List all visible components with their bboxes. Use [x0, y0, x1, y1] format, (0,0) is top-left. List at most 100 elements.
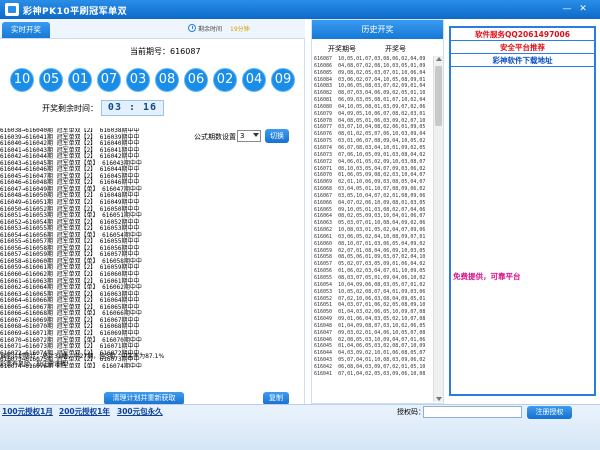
history-period: 616065: [314, 206, 333, 213]
history-numbers: 04,08,05,01,06,03,09,02,07,10: [338, 117, 426, 124]
history-numbers: 08,05,06,01,09,03,07,02,04,10: [338, 254, 426, 261]
history-scrollbar[interactable]: [433, 56, 443, 402]
history-row: 616084 03,06,02,07,04,10,05,08,09,01: [314, 77, 433, 84]
history-row: 616086 04,08,07,02,08,10,03,05,01,09: [314, 63, 433, 70]
history-row: 616079 04,09,05,10,06,07,08,02,03,01: [314, 111, 433, 118]
history-row: 616061 03,06,05,02,04,10,08,09,07,01: [314, 234, 433, 241]
tab-bar: 实时开奖 剩余时间 19分钟: [0, 19, 305, 39]
number-ball: 04: [242, 68, 266, 92]
history-row: 616042 06,08,04,03,09,07,02,01,05,10: [314, 364, 433, 371]
history-row: 616080 04,10,05,08,01,03,09,07,02,06: [314, 104, 433, 111]
history-row: 616060 08,10,07,01,03,06,05,04,09,02: [314, 241, 433, 248]
history-numbers: 03,06,05,02,04,10,08,09,07,01: [338, 233, 426, 240]
history-period: 616074: [314, 144, 333, 151]
history-period: 616041: [314, 370, 333, 377]
history-numbers: 04,10,05,08,01,03,09,07,02,06: [338, 103, 426, 110]
switch-button[interactable]: 切换: [265, 129, 289, 143]
app-logo-icon: [5, 3, 19, 16]
history-numbers: 08,07,03,04,06,09,02,05,01,10: [338, 90, 426, 97]
history-period: 616058: [314, 254, 333, 261]
number-ball: 09: [271, 68, 295, 92]
history-row: 616052 07,02,10,06,03,08,04,09,05,01: [314, 296, 433, 303]
history-numbers: 01,06,05,09,08,02,03,10,04,07: [338, 172, 426, 179]
history-period: 616060: [314, 240, 333, 247]
history-row: 616067 03,05,10,04,07,02,01,08,09,06: [314, 193, 433, 200]
history-period: 616070: [314, 172, 333, 179]
history-numbers: 03,05,10,04,07,02,01,08,09,06: [338, 192, 426, 199]
history-numbers: 06,08,04,03,09,07,02,01,05,10: [338, 363, 426, 370]
history-row: 616062 10,08,03,01,05,02,04,07,09,06: [314, 227, 433, 234]
history-period: 616079: [314, 110, 333, 117]
scroll-thumb[interactable]: [435, 66, 442, 126]
history-period: 616050: [314, 309, 333, 316]
history-period: 616052: [314, 295, 333, 302]
plan-records-list[interactable]: 616038→616040期 冠军单双【2】 616038期中中 616039→6…: [0, 128, 160, 368]
number-ball: 07: [97, 68, 121, 92]
formula-period-select[interactable]: 3: [237, 130, 261, 142]
history-row: 616075 03,01,06,07,08,09,04,10,05,02: [314, 138, 433, 145]
history-numbers: 08,10,07,01,03,06,05,04,09,02: [338, 240, 426, 247]
history-period: 616078: [314, 117, 333, 124]
history-row: 616047 09,03,02,01,04,06,10,05,07,08: [314, 330, 433, 337]
history-period: 616075: [314, 138, 333, 145]
history-row: 616085 09,08,02,05,03,07,01,10,06,04: [314, 70, 433, 77]
plan-year-link[interactable]: 200元授权1年: [59, 406, 110, 417]
download-link[interactable]: 彩神软件下载地址: [451, 54, 594, 67]
history-row: 616081 06,09,03,05,08,01,07,10,02,04: [314, 97, 433, 104]
countdown-timer: 03 : 16: [101, 100, 164, 116]
history-period: 616047: [314, 329, 333, 336]
history-numbers: 10,05,01,07,03,08,06,02,04,09: [338, 56, 426, 62]
history-row: 616066 04,07,02,06,10,09,08,01,03,05: [314, 200, 433, 207]
history-numbers: 04,03,09,02,10,01,06,08,05,07: [338, 350, 426, 357]
history-period: 616085: [314, 69, 333, 76]
history-row: 616043 05,07,04,01,10,08,03,09,06,02: [314, 357, 433, 364]
history-period: 616054: [314, 281, 333, 288]
risk-warning: 彩票有风险，投注需谨慎！: [0, 361, 73, 368]
close-button[interactable]: ✕: [577, 3, 589, 15]
history-row: 616076 08,01,02,05,07,06,10,03,09,04: [314, 131, 433, 138]
history-period: 616059: [314, 247, 333, 254]
history-numbers: 03,01,06,07,08,09,04,10,05,02: [338, 138, 426, 145]
register-auth-button[interactable]: 注册授权: [527, 406, 572, 419]
history-period: 616076: [314, 131, 333, 138]
history-row: 616053 10,05,02,08,07,04,01,09,03,06: [314, 289, 433, 296]
history-period: 616056: [314, 268, 333, 275]
plan-month-link[interactable]: 100元授权1月: [2, 406, 53, 417]
history-period: 616057: [314, 261, 333, 268]
scroll-up-icon[interactable]: [436, 57, 442, 61]
history-row: 616082 08,07,03,04,06,09,02,05,01,10: [314, 90, 433, 97]
safe-platform-link[interactable]: 安全平台推荐: [451, 41, 594, 54]
history-numbers: 02,08,05,03,10,09,04,07,01,06: [338, 336, 426, 343]
number-ball: 02: [213, 68, 237, 92]
ad-panel: 软件服务QQ2061497006 安全平台推荐 彩神软件下载地址 免费提供，可靠…: [449, 26, 596, 396]
history-header: 历史开奖: [312, 20, 443, 39]
history-period: 616077: [314, 124, 333, 131]
scroll-down-icon[interactable]: [436, 397, 442, 401]
history-numbers: 04,06,01,05,02,09,10,03,08,07: [338, 158, 426, 165]
minimize-button[interactable]: —: [561, 3, 573, 15]
window-title: 彩神PK10平刷冠军单双: [23, 7, 128, 17]
history-numbers: 10,06,05,08,03,07,02,09,01,04: [338, 83, 426, 90]
history-row: 616051 04,03,07,01,06,02,05,08,09,10: [314, 302, 433, 309]
history-numbers: 01,04,06,05,03,02,08,07,10,09: [338, 343, 426, 350]
plan-forever-link[interactable]: 300元包永久: [117, 406, 163, 417]
history-numbers: 09,10,05,01,03,08,02,07,04,06: [338, 206, 426, 213]
history-list[interactable]: 616087 10,05,01,07,03,08,06,02,04,09 6160…: [314, 56, 433, 402]
history-row: 616059 02,07,01,08,04,06,09,10,03,05: [314, 248, 433, 255]
history-numbers: 07,01,04,02,05,03,09,06,10,08: [338, 370, 426, 377]
service-qq-link[interactable]: 软件服务QQ2061497006: [451, 28, 594, 41]
history-row: 616048 01,04,09,08,07,03,10,02,06,05: [314, 323, 433, 330]
history-numbers: 04,03,07,01,06,02,05,08,09,10: [338, 302, 426, 309]
history-row: 616070 01,06,05,09,08,02,03,10,04,07: [314, 172, 433, 179]
history-row: 616074 06,07,08,03,04,10,01,09,02,05: [314, 145, 433, 152]
history-period: 616080: [314, 103, 333, 110]
history-numbers: 02,07,01,08,04,06,09,10,03,05: [338, 247, 426, 254]
history-numbers: 06,07,08,03,04,10,01,09,02,05: [338, 144, 426, 151]
history-numbers: 09,03,02,01,04,06,10,05,07,08: [338, 329, 426, 336]
auth-code-input[interactable]: [423, 406, 522, 418]
history-period: 616081: [314, 97, 333, 104]
history-period: 616049: [314, 316, 333, 323]
tab-realtime[interactable]: 实时开奖: [2, 22, 50, 38]
history-row: 616077 03,07,10,04,08,02,06,01,09,05: [314, 124, 433, 131]
history-title: 历史开奖: [361, 25, 394, 34]
